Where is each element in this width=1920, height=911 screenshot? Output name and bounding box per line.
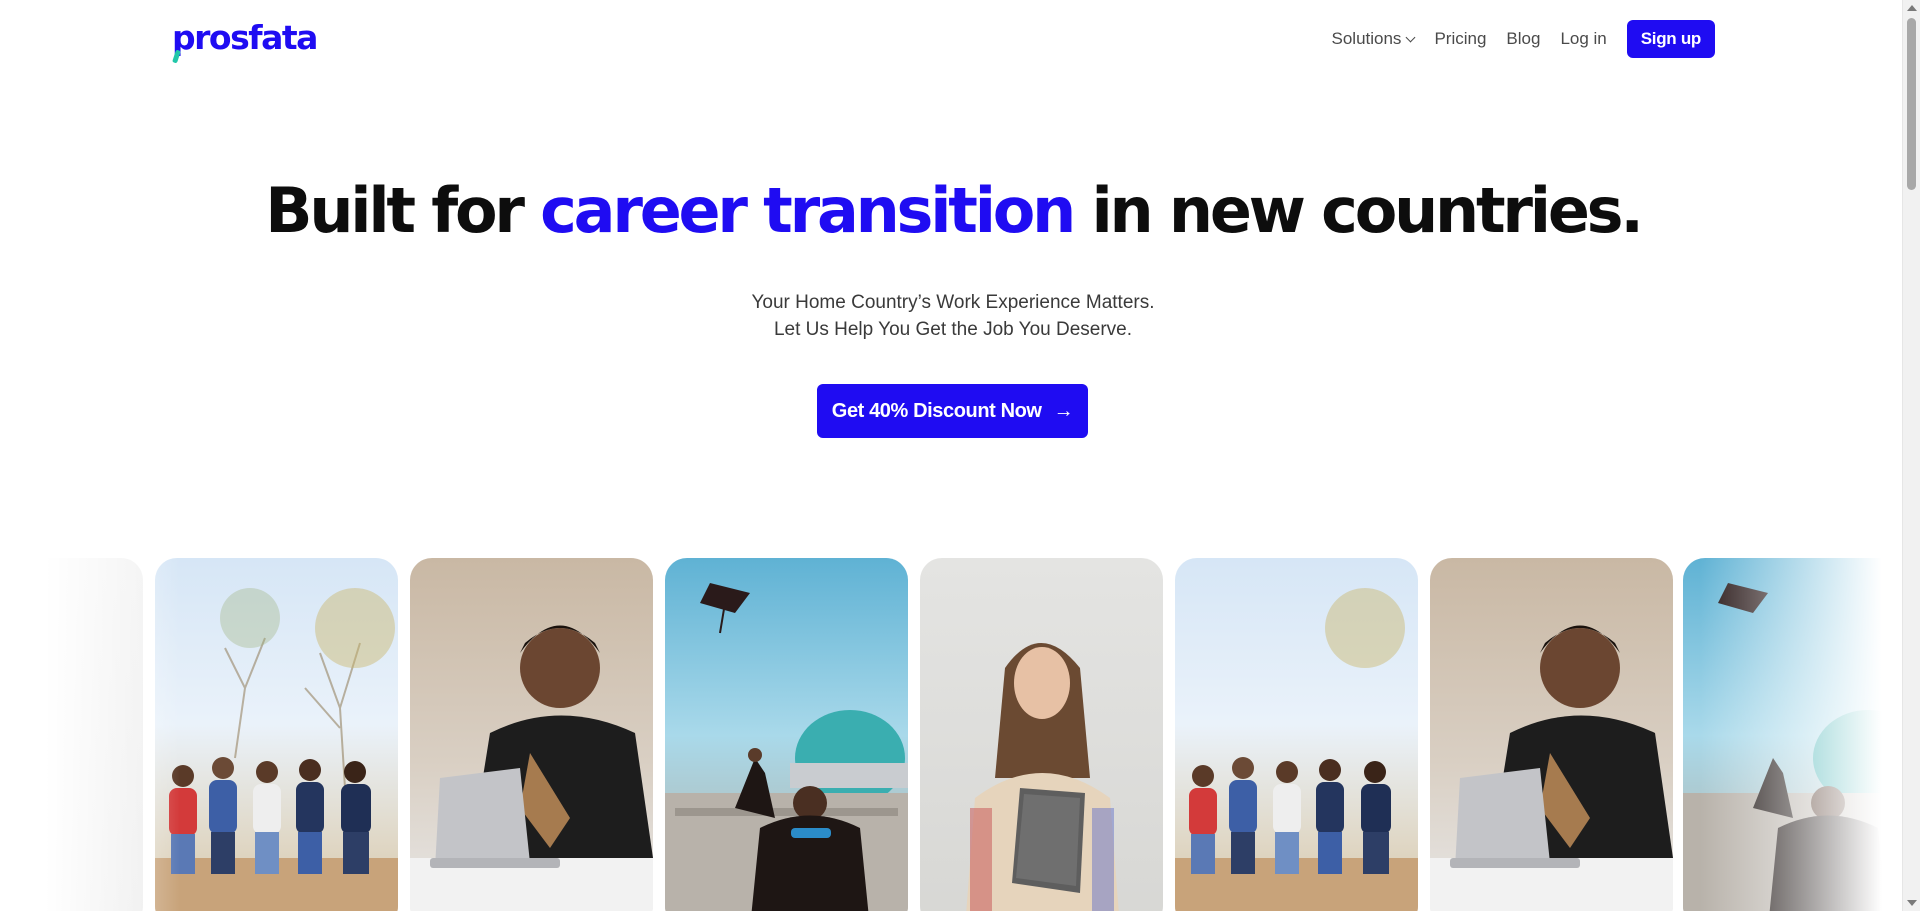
hero-subtitle-line-1: Your Home Country’s Work Experience Matt… bbox=[751, 292, 1155, 313]
logo-mark: p bbox=[172, 18, 196, 57]
hero-subtitle: Your Home Country’s Work Experience Matt… bbox=[0, 289, 1906, 343]
graduate-photo bbox=[665, 583, 908, 911]
photo-carousel bbox=[0, 558, 1920, 911]
arrow-right-icon: → bbox=[1053, 399, 1074, 422]
nav-blog[interactable]: Blog bbox=[1506, 29, 1540, 49]
page-scrollbar[interactable] bbox=[1902, 0, 1920, 911]
chevron-down-icon bbox=[1405, 32, 1416, 42]
tablet-woman-photo bbox=[966, 643, 1119, 911]
hero-subtitle-line-2: Let Us Help You Get the Job You Deserve. bbox=[773, 319, 1133, 340]
scroll-up-arrow-icon[interactable] bbox=[1907, 5, 1917, 11]
carousel-fade-left bbox=[0, 558, 180, 911]
carousel-card-tablet-woman bbox=[920, 558, 1163, 911]
logo-text: rosfata bbox=[194, 18, 318, 57]
nav-solutions[interactable]: Solutions bbox=[1331, 29, 1416, 49]
hero-title-start: Built for bbox=[265, 174, 541, 247]
carousel-card-students-group bbox=[155, 558, 398, 911]
logo[interactable]: prosfata bbox=[172, 18, 318, 58]
page: prosfata Solutions Pricing Blog Log in S… bbox=[0, 0, 1920, 911]
discount-cta-button[interactable]: Get 40% Discount Now → bbox=[817, 384, 1088, 438]
hero-title-accent: career transition bbox=[540, 174, 1076, 247]
students-group-photo bbox=[155, 588, 398, 911]
students-group-photo bbox=[1175, 588, 1418, 911]
laptop-man-photo bbox=[1430, 625, 1673, 911]
carousel-card-students-group-repeat bbox=[1175, 558, 1418, 911]
nav-pricing[interactable]: Pricing bbox=[1434, 29, 1486, 49]
carousel-card-graduate bbox=[665, 558, 908, 911]
scroll-down-arrow-icon[interactable] bbox=[1907, 900, 1917, 906]
carousel-fade-right bbox=[1700, 558, 1902, 911]
carousel-card-laptop-man-repeat bbox=[1430, 558, 1673, 911]
hero-title-end: in new countries. bbox=[1073, 174, 1644, 247]
main-nav: Solutions Pricing Blog Log in Sign up bbox=[1331, 20, 1715, 58]
cta-label: Get 40% Discount Now bbox=[831, 399, 1042, 422]
nav-solutions-label: Solutions bbox=[1331, 29, 1402, 48]
signup-button[interactable]: Sign up bbox=[1626, 20, 1715, 58]
hero-title: Built for career transition in new count… bbox=[0, 170, 1906, 252]
nav-login[interactable]: Log in bbox=[1560, 29, 1606, 49]
site-header: prosfata Solutions Pricing Blog Log in S… bbox=[0, 0, 1902, 80]
carousel-card-laptop-man bbox=[410, 558, 653, 911]
laptop-man-photo bbox=[410, 625, 653, 911]
scrollbar-thumb[interactable] bbox=[1907, 18, 1916, 190]
